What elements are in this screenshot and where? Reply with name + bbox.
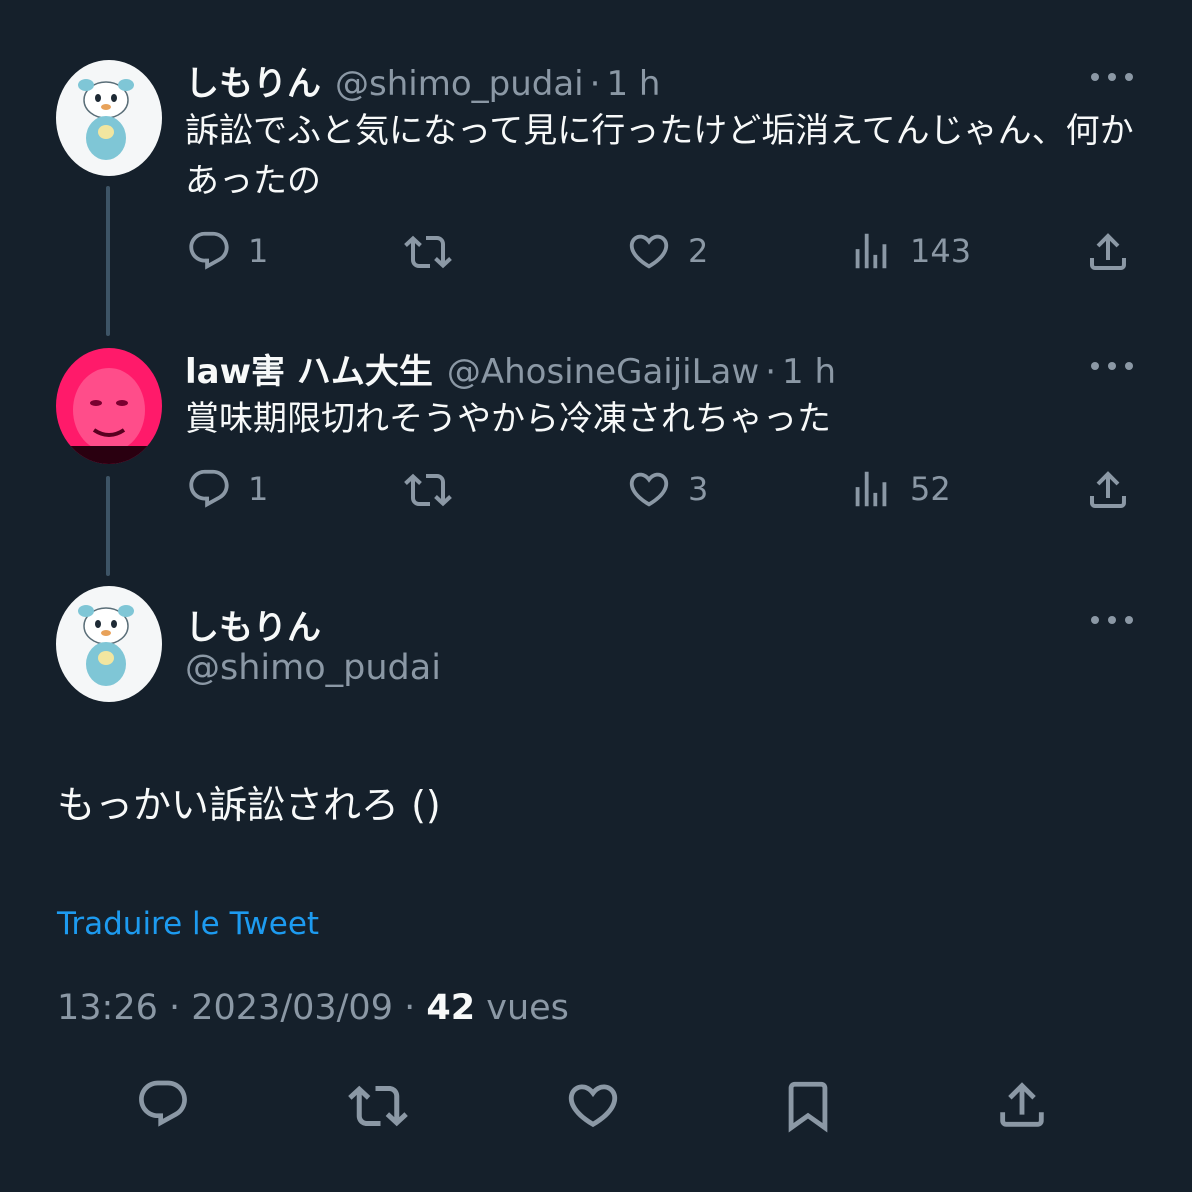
tweet-time[interactable]: 1 h: [606, 64, 660, 104]
views-button[interactable]: 143: [848, 228, 971, 274]
author-name[interactable]: しもりん: [185, 600, 321, 649]
tweet-text: 訴訟でふと気になって見に行ったけど垢消えてんじゃん、何か あったの: [185, 106, 1145, 206]
author-handle[interactable]: @AhosineGaijiLaw: [447, 352, 759, 392]
thread-line: [106, 186, 110, 336]
like-count: 2: [688, 232, 709, 270]
reply-icon: [135, 1076, 191, 1132]
like-button[interactable]: 3: [626, 466, 708, 512]
tweet-text: 賞味期限切れそうやから冷凍されちゃった: [185, 399, 831, 439]
author-name[interactable]: law害 ハム大生: [185, 344, 433, 393]
retweet-button[interactable]: [404, 466, 452, 514]
more-icon[interactable]: [1091, 71, 1133, 83]
reply-button[interactable]: 1: [186, 466, 268, 512]
views-count: 42: [426, 988, 476, 1028]
reply-count: 1: [248, 470, 269, 508]
share-icon: [1084, 466, 1132, 514]
share-icon: [1084, 228, 1132, 276]
author-handle[interactable]: @shimo_pudai: [335, 64, 584, 104]
author-name[interactable]: しもりん: [185, 56, 321, 105]
retweet-icon: [404, 466, 452, 514]
tweet-meta: 13:26 · 2023/03/09 · 42 vues: [57, 988, 569, 1028]
like-icon: [564, 1076, 622, 1134]
bookmark-button[interactable]: [779, 1076, 837, 1136]
retweet-button[interactable]: [348, 1076, 408, 1136]
views-count: 143: [910, 232, 972, 270]
share-button[interactable]: [993, 1076, 1051, 1134]
tweet-time[interactable]: 1 h: [782, 352, 836, 392]
like-icon: [626, 466, 672, 512]
more-icon[interactable]: [1091, 360, 1133, 372]
translate-link[interactable]: Traduire le Tweet: [57, 906, 319, 942]
timestamp[interactable]: 13:26 · 2023/03/09 ·: [57, 988, 415, 1028]
retweet-icon: [404, 228, 452, 276]
views-icon: [848, 466, 894, 512]
like-icon: [626, 228, 672, 274]
tweet-text-line: あったの: [185, 161, 321, 201]
separator: ·: [765, 352, 777, 392]
avatar[interactable]: [56, 348, 162, 464]
share-button[interactable]: [1084, 228, 1132, 276]
bookmark-icon: [779, 1076, 837, 1136]
like-count: 3: [688, 470, 709, 508]
avatar[interactable]: [56, 60, 162, 176]
reply-count: 1: [248, 232, 269, 270]
more-icon[interactable]: [1091, 614, 1133, 626]
like-button[interactable]: [564, 1076, 622, 1134]
reply-icon: [186, 466, 232, 512]
views-button[interactable]: 52: [848, 466, 951, 512]
retweet-button[interactable]: [404, 228, 452, 276]
views-icon: [848, 228, 894, 274]
views-count: 52: [910, 470, 951, 508]
share-icon: [993, 1076, 1051, 1134]
tweet-text-line: 訴訟でふと気になって見に行ったけど垢消えてんじゃん、何か: [185, 111, 1134, 151]
retweet-icon: [348, 1076, 408, 1136]
reply-button[interactable]: [135, 1076, 191, 1132]
thread-line: [106, 476, 110, 576]
tweet-text: もっかい訴訟されろ (): [57, 783, 441, 827]
separator: ·: [589, 64, 601, 104]
reply-button[interactable]: 1: [186, 228, 268, 274]
share-button[interactable]: [1084, 466, 1132, 514]
like-button[interactable]: 2: [626, 228, 708, 274]
reply-icon: [186, 228, 232, 274]
avatar[interactable]: [56, 586, 162, 702]
views-label: vues: [486, 988, 569, 1028]
author-handle[interactable]: @shimo_pudai: [185, 648, 441, 688]
